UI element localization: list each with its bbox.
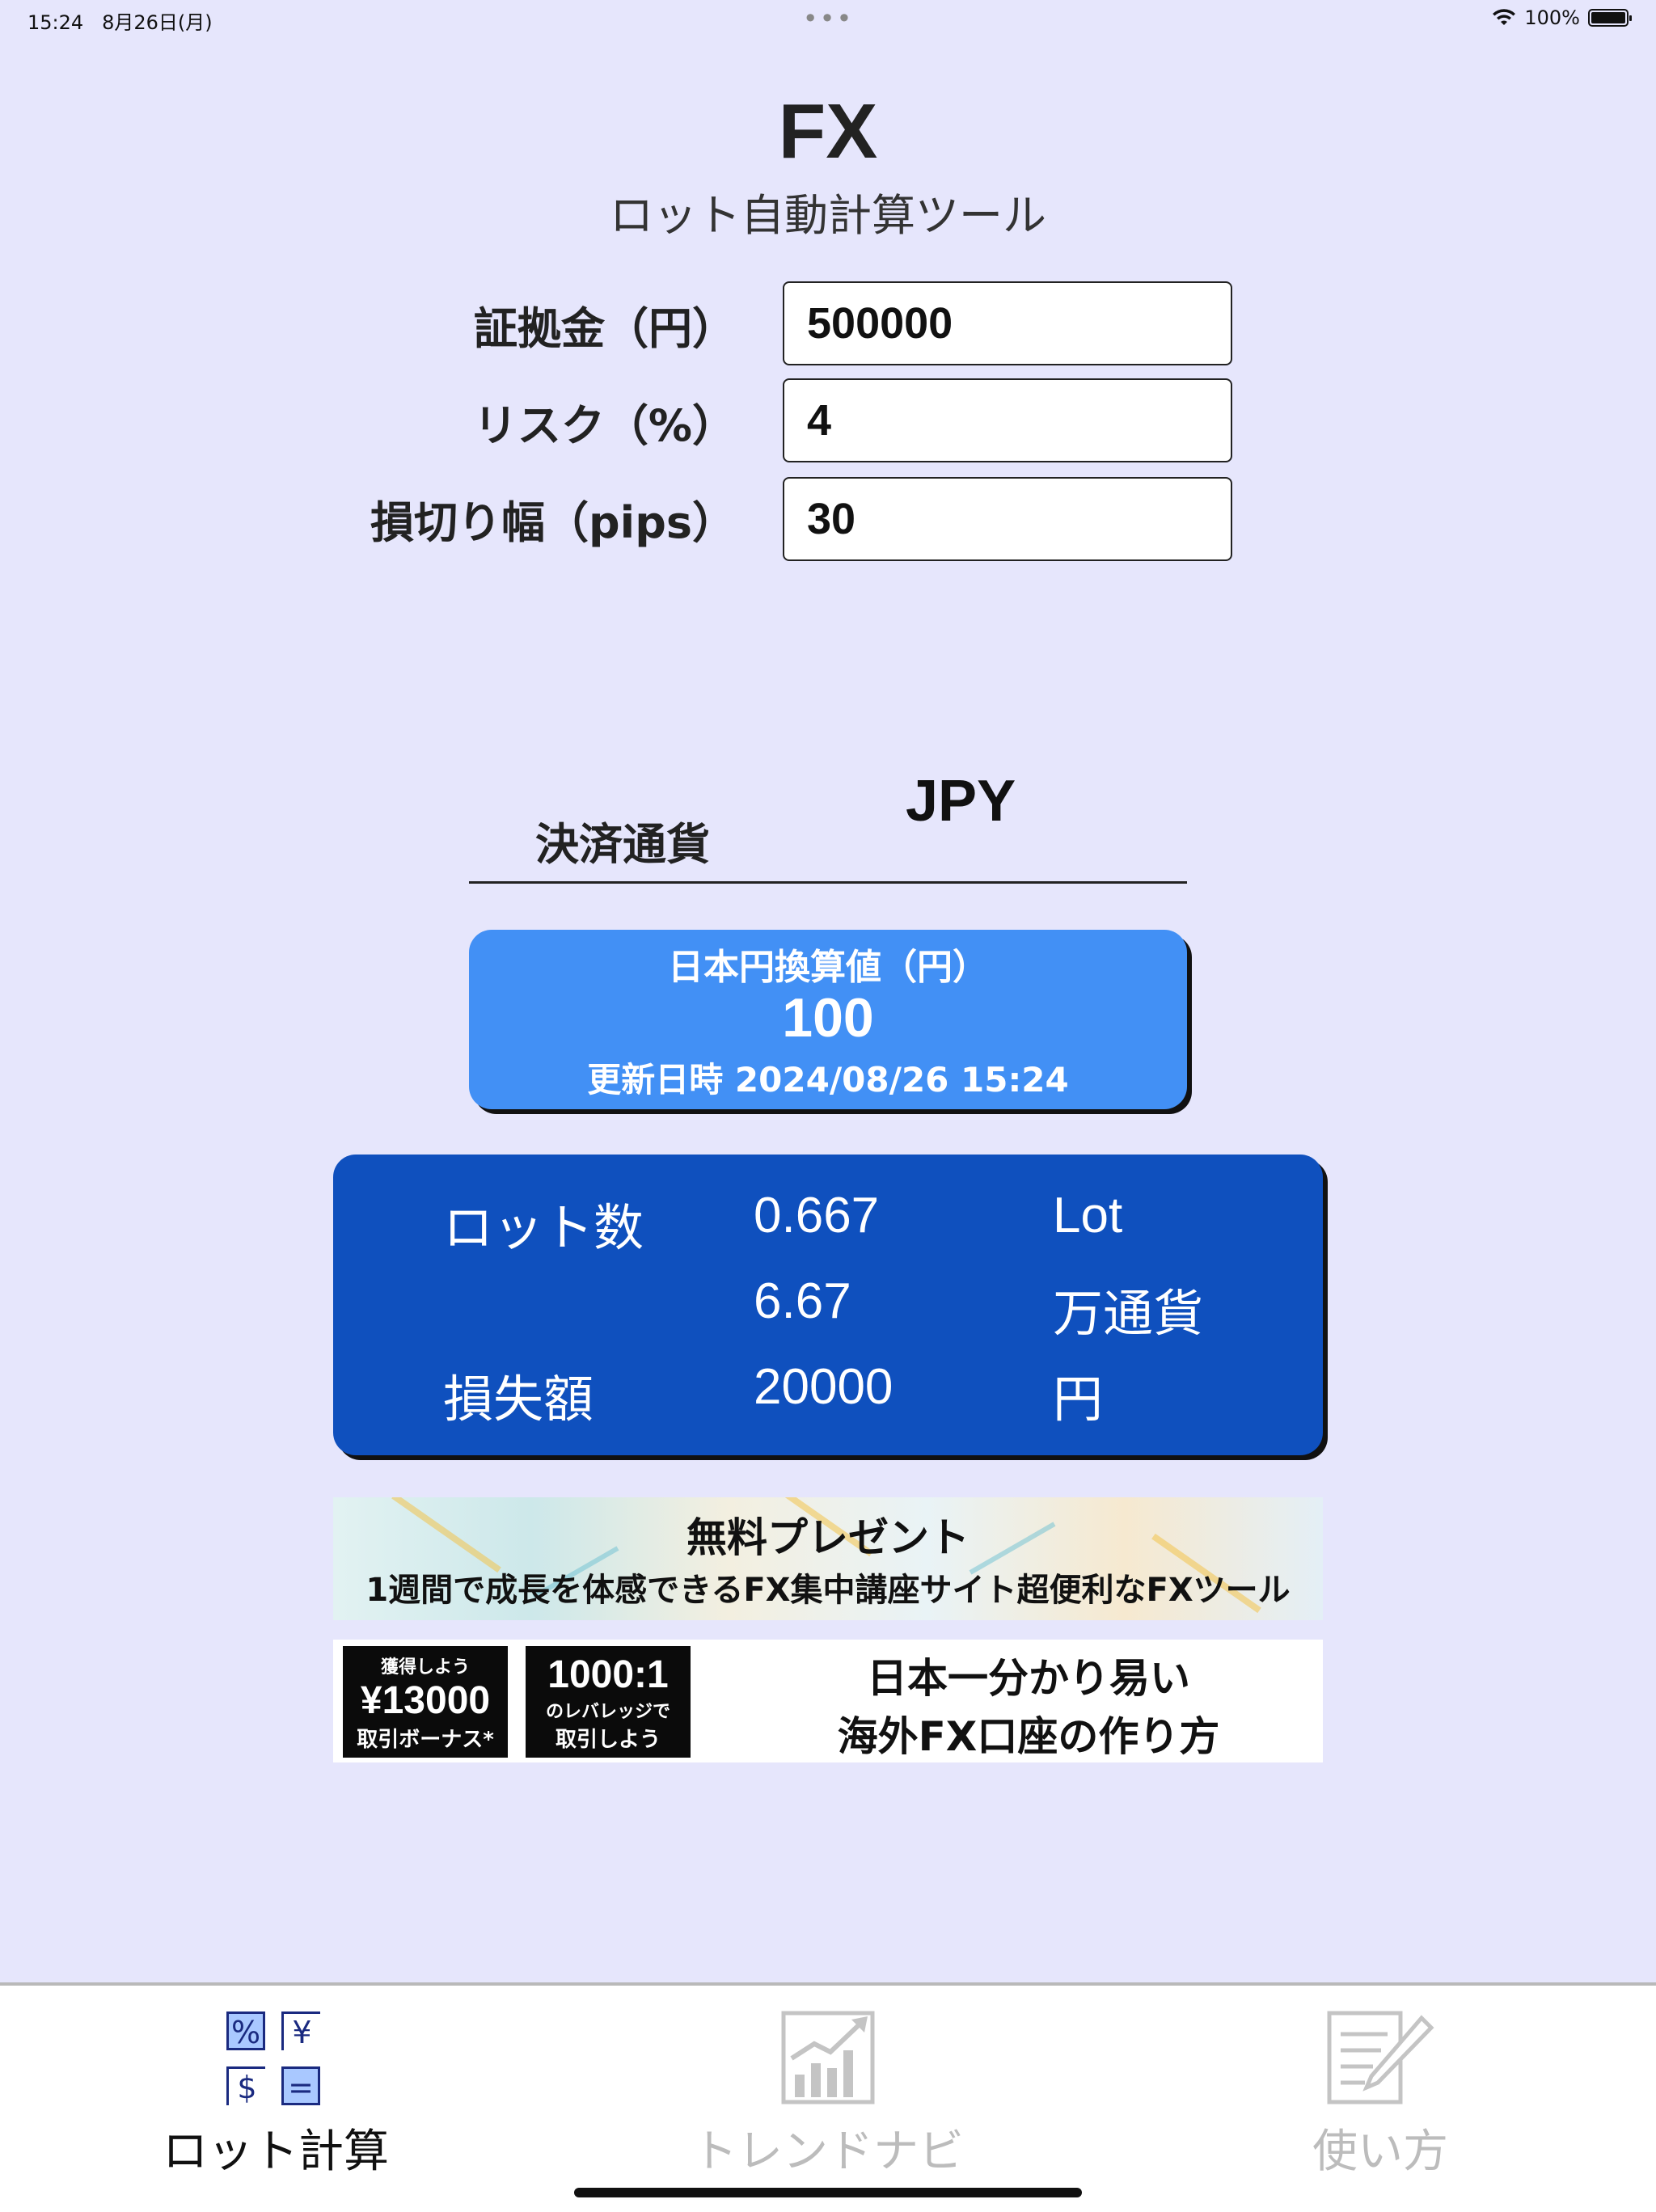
bonus-amount: ¥13000 bbox=[360, 1679, 491, 1722]
home-indicator[interactable] bbox=[574, 2188, 1082, 2197]
tab-label-how-to-use: 使い方 bbox=[1312, 2125, 1448, 2178]
units-unit: 万通貨 bbox=[1053, 1286, 1204, 1342]
multitasking-dots[interactable]: ••• bbox=[0, 3, 1656, 34]
app-title: FX bbox=[778, 88, 878, 175]
tab-lot-calc[interactable]: % ¥ $ = ロット計算 bbox=[0, 2002, 551, 2180]
chart-icon bbox=[781, 2011, 875, 2104]
leverage-sub: 取引しよう bbox=[555, 1728, 661, 1752]
settlement-currency-picker[interactable]: JPY bbox=[906, 768, 1016, 834]
calculator-icon: % ¥ $ = bbox=[226, 2011, 325, 2110]
settlement-underline bbox=[469, 881, 1187, 884]
tab-trend-navi[interactable]: トレンドナビ bbox=[552, 2002, 1104, 2180]
stop-loss-label: 損切り幅（pips） bbox=[370, 497, 736, 548]
units-value: 6.67 bbox=[754, 1273, 851, 1329]
risk-label: リスク（%） bbox=[473, 400, 736, 451]
status-right: 100% bbox=[1492, 6, 1632, 29]
banner-line-2: 海外FX口座の作り方 bbox=[837, 1713, 1220, 1760]
result-card: ロット数 0.667 Lot 6.67 万通貨 損失額 20000 円 bbox=[333, 1155, 1323, 1455]
lot-value: 0.667 bbox=[754, 1188, 880, 1243]
margin-input[interactable] bbox=[783, 281, 1232, 365]
wifi-icon bbox=[1493, 9, 1516, 25]
conversion-value: 100 bbox=[782, 987, 874, 1049]
banner-line-1: 日本一分かり易い bbox=[867, 1655, 1190, 1702]
tab-bar: % ¥ $ = ロット計算 トレンドナビ 使い方 bbox=[0, 1982, 1656, 2212]
conversion-title: 日本円換算値（円） bbox=[668, 947, 988, 988]
battery-icon bbox=[1588, 9, 1632, 27]
loss-label: 損失額 bbox=[443, 1372, 594, 1428]
overseas-fx-banner[interactable]: 獲得しよう ¥13000 取引ボーナス* 1000:1 のレバレッジで 取引しよ… bbox=[333, 1640, 1323, 1762]
free-present-banner[interactable]: 無料プレゼント 1週間で成長を体感できるFX集中講座サイト超便利なFXツール bbox=[333, 1497, 1323, 1620]
loss-value: 20000 bbox=[754, 1359, 893, 1415]
settlement-currency-label: 決済通貨 bbox=[535, 819, 710, 870]
stop-loss-input[interactable] bbox=[783, 477, 1232, 561]
tab-label-trend-navi: トレンドナビ bbox=[692, 2125, 964, 2178]
risk-input[interactable] bbox=[783, 378, 1232, 462]
tab-label-lot-calc: ロット計算 bbox=[163, 2125, 389, 2178]
battery-percent: 100% bbox=[1524, 6, 1580, 29]
tab-how-to-use[interactable]: 使い方 bbox=[1105, 2002, 1656, 2180]
leverage-caption: のレバレッジで bbox=[545, 1702, 670, 1722]
bonus-caption: 獲得しよう bbox=[380, 1657, 470, 1678]
banner-text: 1週間で成長を体感できるFX集中講座サイト超便利なFXツール bbox=[365, 1572, 1291, 1609]
lot-label: ロット数 bbox=[443, 1201, 644, 1256]
banner-title: 無料プレゼント bbox=[686, 1514, 970, 1561]
leverage-box: 1000:1 のレバレッジで 取引しよう bbox=[526, 1646, 691, 1758]
jpy-conversion-card[interactable]: 日本円換算値（円） 100 更新日時 2024/08/26 15:24 bbox=[469, 930, 1187, 1109]
document-edit-icon bbox=[1327, 2011, 1434, 2104]
bonus-box: 獲得しよう ¥13000 取引ボーナス* bbox=[343, 1646, 508, 1758]
conversion-updated: 更新日時 2024/08/26 15:24 bbox=[587, 1060, 1069, 1100]
lot-unit: Lot bbox=[1053, 1188, 1123, 1243]
bonus-sub: 取引ボーナス* bbox=[357, 1728, 494, 1752]
margin-label: 証拠金（円） bbox=[474, 303, 736, 354]
loss-unit: 円 bbox=[1053, 1372, 1104, 1428]
app-subtitle: ロット自動計算ツール bbox=[610, 190, 1046, 241]
leverage-ratio: 1000:1 bbox=[547, 1653, 669, 1696]
